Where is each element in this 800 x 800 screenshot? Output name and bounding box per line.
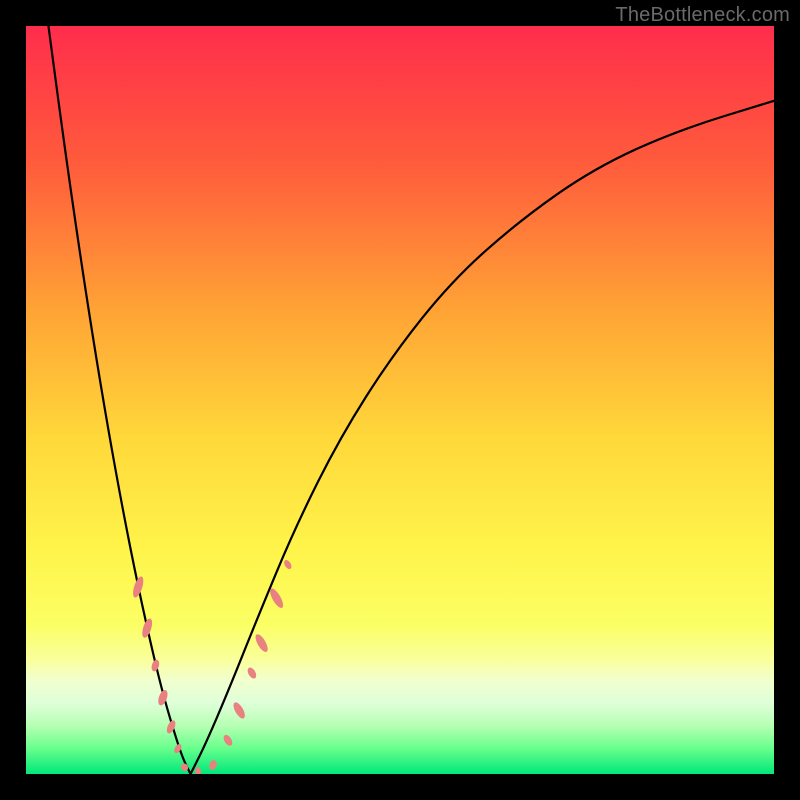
- chart-svg: [26, 26, 774, 774]
- watermark-text: TheBottleneck.com: [615, 4, 790, 27]
- plot-area: [26, 26, 774, 774]
- outer-frame: TheBottleneck.com: [0, 0, 800, 800]
